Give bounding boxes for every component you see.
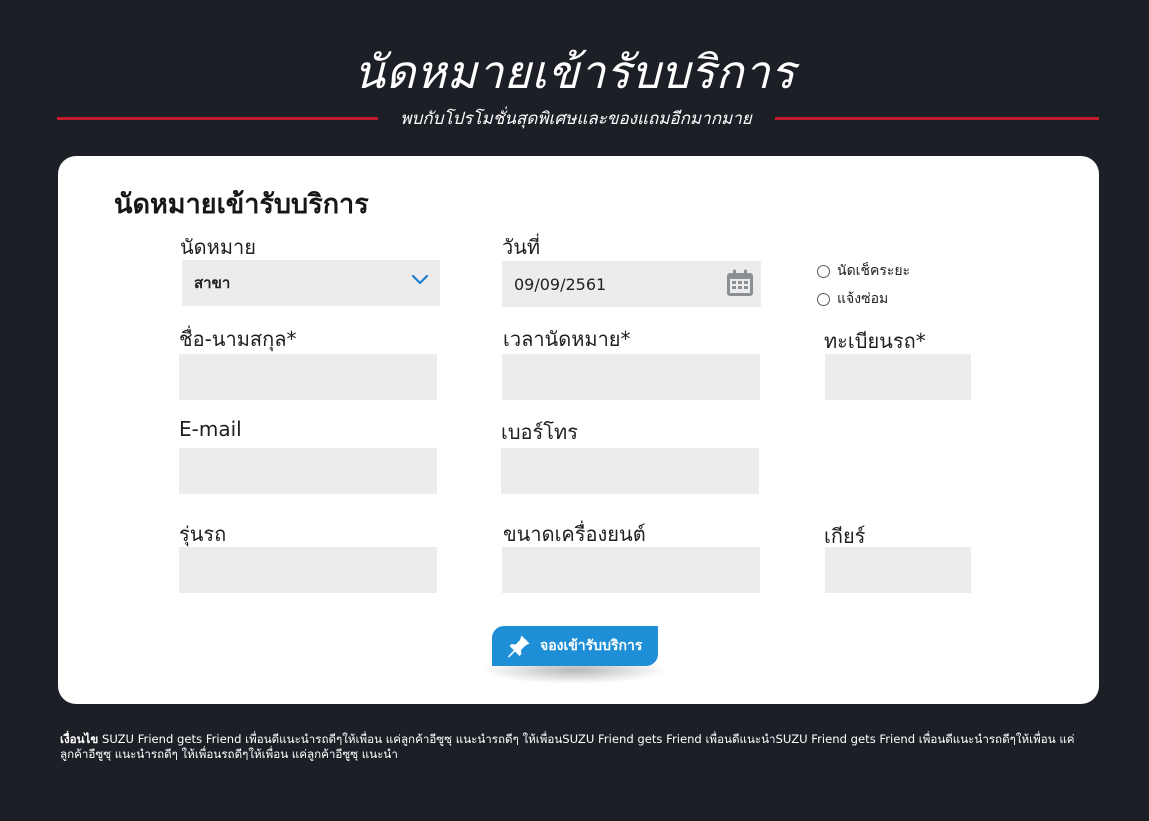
radio-label-service-check: นัดเช็คระยะ bbox=[837, 263, 911, 279]
radio-button[interactable] bbox=[817, 292, 830, 306]
appointment-time-input[interactable] bbox=[502, 354, 760, 400]
form-heading: นัดหมายเข้ารับบริการ bbox=[114, 189, 369, 220]
book-service-button[interactable]: จองเข้ารับบริการ bbox=[492, 626, 658, 666]
calendar-icon[interactable] bbox=[725, 268, 755, 298]
chevron-down-icon bbox=[411, 274, 429, 285]
full-name-label: ชื่อ-นามสกุล* bbox=[179, 327, 297, 351]
car-model-label: รุ่นรถ bbox=[179, 522, 227, 546]
subtitle-row: พบกับโปรโมชั่นสุดพิเศษและของแถมอีกมากมาย bbox=[57, 104, 1099, 130]
terms-label: เงื่อนไข bbox=[60, 732, 99, 746]
book-service-label: จองเข้ารับบริการ bbox=[540, 638, 643, 654]
email-input[interactable] bbox=[179, 448, 437, 494]
subtitle-divider-left bbox=[57, 117, 378, 120]
page-subtitle: พบกับโปรโมชั่นสุดพิเศษและของแถมอีกมากมาย bbox=[400, 109, 752, 129]
date-label: วันที่ bbox=[502, 235, 541, 259]
pushpin-icon bbox=[508, 635, 530, 658]
appointment-label: นัดหมาย bbox=[180, 235, 256, 259]
full-name-input[interactable] bbox=[179, 354, 437, 400]
branch-select[interactable]: สาขา bbox=[182, 260, 440, 306]
engine-size-input[interactable] bbox=[502, 547, 760, 593]
appointment-time-label: เวลานัดหมาย* bbox=[503, 327, 631, 351]
date-input[interactable]: 09/09/2561 bbox=[502, 261, 761, 307]
email-label: E-mail bbox=[179, 417, 242, 441]
engine-size-label: ขนาดเครื่องยนต์ bbox=[503, 522, 646, 546]
car-model-input[interactable] bbox=[179, 547, 437, 593]
appointment-form-card: นัดหมายเข้ารับบริการ นัดหมาย สาขา วันที่… bbox=[58, 156, 1099, 704]
terms-text: SUZU Friend gets Friend เพื่อนดีแนะนำรถด… bbox=[60, 732, 1075, 761]
license-plate-label: ทะเบียนรถ* bbox=[824, 329, 926, 353]
terms-footnote: เงื่อนไข SUZU Friend gets Friend เพื่อนด… bbox=[60, 732, 1100, 762]
radio-service-check[interactable]: นัดเช็คระยะ bbox=[817, 260, 910, 282]
radio-repair-request[interactable]: แจ้งซ่อม bbox=[817, 288, 888, 310]
date-value: 09/09/2561 bbox=[514, 274, 607, 294]
page-title: นัดหมายเข้ารับบริการ bbox=[353, 45, 796, 99]
subtitle-divider-right bbox=[775, 117, 1099, 120]
gear-input[interactable] bbox=[825, 547, 971, 593]
branch-select-value: สาขา bbox=[194, 274, 231, 292]
radio-label-repair-request: แจ้งซ่อม bbox=[837, 291, 889, 307]
phone-label: เบอร์โทร bbox=[501, 420, 578, 444]
radio-button[interactable] bbox=[817, 264, 830, 278]
license-plate-input[interactable] bbox=[825, 354, 971, 400]
phone-input[interactable] bbox=[501, 448, 759, 494]
